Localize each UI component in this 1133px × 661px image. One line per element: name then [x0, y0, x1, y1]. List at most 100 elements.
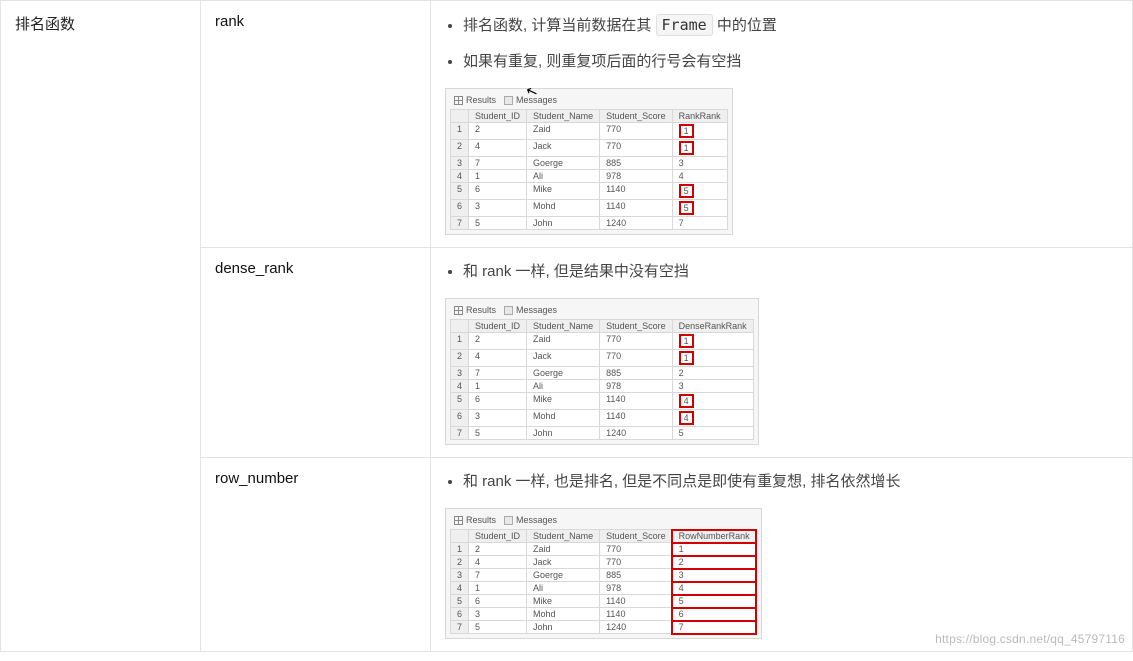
bullet-item: 如果有重复, 则重复项后面的行号会有空挡	[463, 50, 1118, 74]
inline-code: Frame	[656, 14, 713, 36]
tab-messages[interactable]: Messages	[504, 95, 557, 105]
bullet-item: 和 rank 一样, 也是排名, 但是不同点是即使有重复想, 排名依然增长	[463, 470, 1118, 494]
cell: John	[527, 427, 600, 440]
cell: 1140	[600, 393, 673, 410]
cell: 770	[600, 556, 673, 569]
cell: 1	[672, 350, 753, 367]
col-header: Student_Name	[527, 320, 600, 333]
cell: 1140	[600, 183, 673, 200]
cell: 1	[469, 380, 527, 393]
cell: 885	[600, 157, 673, 170]
cell: Goerge	[527, 157, 600, 170]
cell: 1	[672, 333, 753, 350]
cell: 2	[469, 543, 527, 556]
tab-results[interactable]: Results	[454, 95, 496, 105]
messages-icon	[504, 306, 513, 315]
cell: 978	[600, 170, 673, 183]
cell: Jack	[527, 350, 600, 367]
col-header: Student_ID	[469, 320, 527, 333]
col-header: RowNumberRank	[672, 530, 756, 543]
grid-icon	[454, 516, 463, 525]
cell: 2	[469, 333, 527, 350]
cell: 1140	[600, 200, 673, 217]
table-row: 37Goerge8852	[451, 367, 754, 380]
cell: 3	[469, 410, 527, 427]
col-header: Student_ID	[469, 110, 527, 123]
cell: Mike	[527, 393, 600, 410]
col-header: RankRank	[672, 110, 727, 123]
cell: Goerge	[527, 569, 600, 582]
table-row: 75John12405	[451, 427, 754, 440]
sql-results-screenshot: ResultsMessagesStudent_IDStudent_NameStu…	[445, 298, 759, 445]
cell: Mohd	[527, 410, 600, 427]
messages-icon	[504, 516, 513, 525]
results-tabs: Results Messages	[450, 93, 728, 109]
results-grid: Student_IDStudent_NameStudent_ScoreRowNu…	[450, 529, 757, 634]
cell: 7	[469, 569, 527, 582]
table-row: 63Mohd11406	[451, 608, 757, 621]
cell: Mohd	[527, 608, 600, 621]
cell: 770	[600, 140, 673, 157]
col-header: Student_Name	[527, 530, 600, 543]
table-row: 37Goerge8853	[451, 157, 728, 170]
table-row: 41Ali9783	[451, 380, 754, 393]
function-table: 排名函数rank排名函数, 计算当前数据在其 Frame 中的位置如果有重复, …	[0, 0, 1133, 652]
cell: 1240	[600, 427, 673, 440]
col-header: DenseRankRank	[672, 320, 753, 333]
cell: 7	[672, 217, 727, 230]
cell: 5	[672, 595, 756, 608]
cell: 5	[469, 217, 527, 230]
cell: 7	[469, 367, 527, 380]
cell: 1240	[600, 217, 673, 230]
cell: 1	[469, 582, 527, 595]
cell: 5	[672, 200, 727, 217]
cell: 1	[672, 140, 727, 157]
cell: John	[527, 217, 600, 230]
cell: Jack	[527, 140, 600, 157]
tab-messages[interactable]: Messages	[504, 305, 557, 315]
cell: 770	[600, 333, 673, 350]
cell: Zaid	[527, 333, 600, 350]
cell: 5	[469, 427, 527, 440]
cell: 3	[672, 380, 753, 393]
grid-icon	[454, 306, 463, 315]
cell: 5	[672, 427, 753, 440]
table-row: 56Mike11404	[451, 393, 754, 410]
cell: 770	[600, 543, 673, 556]
table-row: 63Mohd11404	[451, 410, 754, 427]
table-row: 56Mike11405	[451, 595, 757, 608]
tab-results[interactable]: Results	[454, 515, 496, 525]
col-header: Student_ID	[469, 530, 527, 543]
cell: 1	[672, 123, 727, 140]
cell: 3	[469, 608, 527, 621]
sql-results-screenshot: ↖ResultsMessagesStudent_IDStudent_NameSt…	[445, 88, 733, 235]
tab-messages[interactable]: Messages	[504, 515, 557, 525]
table-row: 75John12407	[451, 621, 757, 634]
table-row: 24Jack7701	[451, 350, 754, 367]
col-header: Student_Score	[600, 530, 673, 543]
cell: 1140	[600, 595, 673, 608]
cell: 6	[469, 595, 527, 608]
cell: 4	[672, 410, 753, 427]
cell: 978	[600, 380, 673, 393]
tab-results[interactable]: Results	[454, 305, 496, 315]
cell: 3	[469, 200, 527, 217]
sql-results-screenshot: Results Messages Student_IDStudent_NameStu…	[445, 508, 762, 639]
cell: 885	[600, 569, 673, 582]
cell: 4	[672, 582, 756, 595]
function-name: row_number	[201, 458, 431, 652]
cell: 1240	[600, 621, 673, 634]
cell: 1140	[600, 608, 673, 621]
cell: 6	[469, 183, 527, 200]
bullet-list: 和 rank 一样, 但是结果中没有空挡	[463, 260, 1118, 284]
table-row: 12Zaid7701	[451, 123, 728, 140]
cell: 3	[672, 569, 756, 582]
function-name: rank	[201, 1, 431, 248]
table-row: 24Jack7702	[451, 556, 757, 569]
function-description: 排名函数, 计算当前数据在其 Frame 中的位置如果有重复, 则重复项后面的行…	[431, 1, 1133, 248]
table-row: 63Mohd11405	[451, 200, 728, 217]
bullet-item: 和 rank 一样, 但是结果中没有空挡	[463, 260, 1118, 284]
cell: 2	[672, 556, 756, 569]
cell: Mike	[527, 183, 600, 200]
cell: Mike	[527, 595, 600, 608]
